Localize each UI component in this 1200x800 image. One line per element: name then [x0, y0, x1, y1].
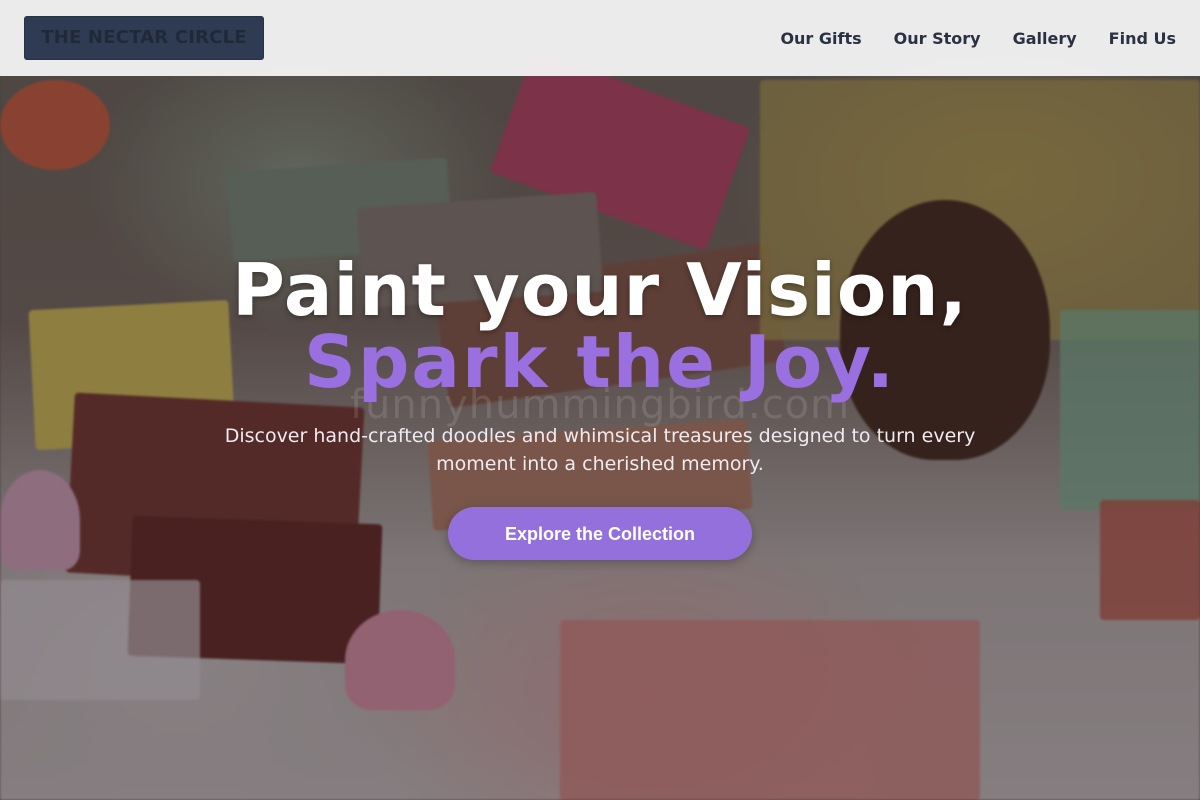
- main-nav: Our Gifts Our Story Gallery Find Us: [780, 0, 1176, 76]
- nav-link-our-gifts[interactable]: Our Gifts: [780, 29, 861, 48]
- landing-page: THE NECTAR CIRCLE Our Gifts Our Story Ga…: [0, 0, 1200, 800]
- brand-name: THE NECTAR CIRCLE: [41, 27, 247, 48]
- explore-collection-button[interactable]: Explore the Collection: [448, 507, 752, 560]
- hero-subtitle: Discover hand-crafted doodles and whimsi…: [224, 425, 976, 475]
- brand-logo[interactable]: THE NECTAR CIRCLE: [24, 16, 264, 60]
- nav-link-find-us[interactable]: Find Us: [1109, 29, 1176, 48]
- navbar: THE NECTAR CIRCLE Our Gifts Our Story Ga…: [0, 0, 1200, 76]
- hero-headline-line-1: Paint your Vision,: [232, 248, 968, 332]
- nav-link-our-story[interactable]: Our Story: [894, 29, 981, 48]
- hero-section: Paint your Vision, Spark the Joy. Discov…: [0, 250, 1200, 560]
- nav-link-gallery[interactable]: Gallery: [1013, 29, 1077, 48]
- hero-headline-line-2: Spark the Joy.: [304, 320, 896, 404]
